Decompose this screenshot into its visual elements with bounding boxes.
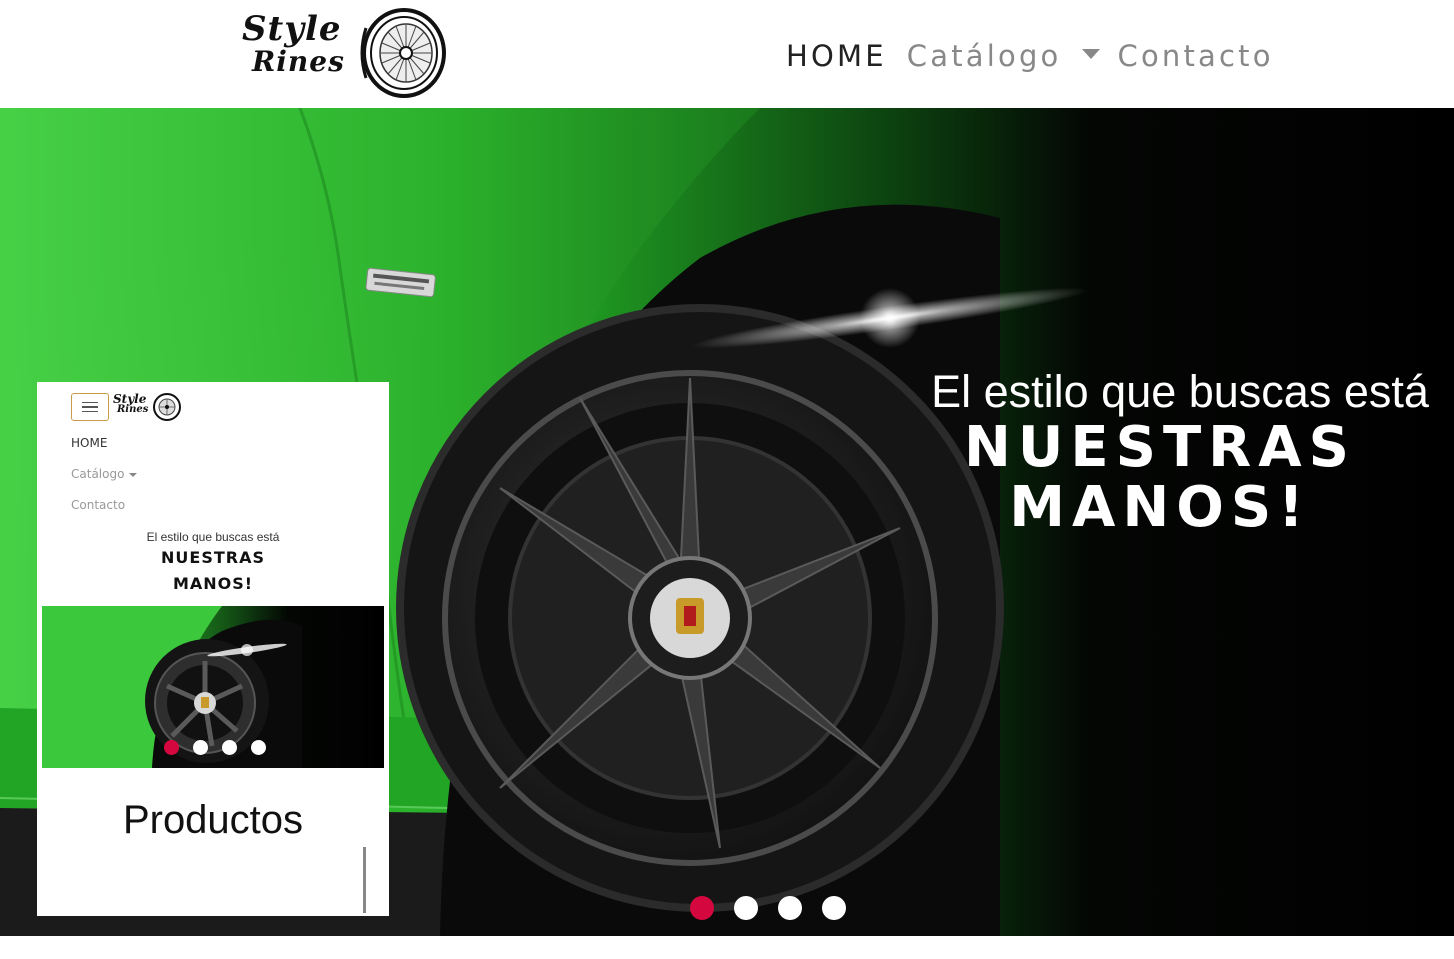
brand-logo[interactable]: Style Rines xyxy=(240,8,450,100)
mobile-carousel-indicator-3[interactable] xyxy=(222,740,237,755)
hero-title-line2: MANOS! xyxy=(1009,475,1311,540)
mobile-nav-contact[interactable]: Contacto xyxy=(71,498,125,512)
wheel-logo-icon xyxy=(360,8,446,98)
chevron-down-icon xyxy=(129,472,138,477)
mobile-caption-title-line2: MANOS! xyxy=(172,574,254,593)
mobile-logo-line2: Rines xyxy=(117,404,149,415)
chevron-down-icon[interactable] xyxy=(1081,49,1100,59)
carousel-indicator-4[interactable] xyxy=(822,896,846,920)
mobile-nav-catalog[interactable]: Catálogo xyxy=(71,467,138,481)
mobile-carousel-indicator-2[interactable] xyxy=(193,740,208,755)
nav-home-link[interactable]: HOME xyxy=(786,39,887,73)
mobile-logo-text: Style Rines xyxy=(113,393,148,415)
carousel-indicator-2[interactable] xyxy=(734,896,758,920)
mobile-products-heading: Productos xyxy=(122,798,304,842)
mobile-carousel-indicators xyxy=(164,740,266,755)
hero-subtitle: El estilo que buscas está xyxy=(931,366,1429,417)
mobile-nav-catalog-label: Catálogo xyxy=(71,467,125,481)
mobile-caption: El estilo que buscas está NUESTRAS MANOS… xyxy=(37,530,389,596)
mobile-carousel-indicator-4[interactable] xyxy=(251,740,266,755)
nav-catalog-dropdown[interactable]: Catálogo xyxy=(907,39,1118,73)
nav-contact-link[interactable]: Contacto xyxy=(1118,39,1274,73)
mobile-carousel-indicator-1[interactable] xyxy=(164,740,179,755)
carousel-indicator-1[interactable] xyxy=(690,896,714,920)
page-bottom xyxy=(0,936,1454,959)
carousel-indicators xyxy=(690,896,846,920)
main-nav: HOME Catálogo Contacto xyxy=(786,36,1274,76)
carousel-indicator-3[interactable] xyxy=(778,896,802,920)
hero-title-line1: NUESTRAS xyxy=(964,415,1356,480)
logo-line1: Style xyxy=(242,9,342,49)
mobile-caption-subtitle: El estilo que buscas está xyxy=(146,530,280,544)
navbar: Style Rines HOME Catálogo Contacto xyxy=(0,0,1454,108)
hero-caption: El estilo que buscas está NUESTRAS MANOS… xyxy=(880,366,1440,538)
mobile-hero-carousel xyxy=(42,606,384,768)
mobile-nav-home[interactable]: HOME xyxy=(71,436,107,450)
brand-logo-text: Style Rines xyxy=(242,12,345,76)
mobile-wheel-logo-icon xyxy=(153,393,181,421)
hamburger-menu-icon[interactable] xyxy=(71,393,109,421)
logo-line2: Rines xyxy=(252,45,345,78)
mobile-preview: Style Rines HOME Catálogo Contacto El es… xyxy=(37,382,389,916)
mobile-scrollbar[interactable] xyxy=(363,847,366,913)
mobile-brand-logo[interactable]: Style Rines xyxy=(113,392,183,424)
mobile-caption-title-line1: NUESTRAS xyxy=(161,548,265,567)
nav-catalog-link[interactable]: Catálogo xyxy=(907,39,1062,73)
